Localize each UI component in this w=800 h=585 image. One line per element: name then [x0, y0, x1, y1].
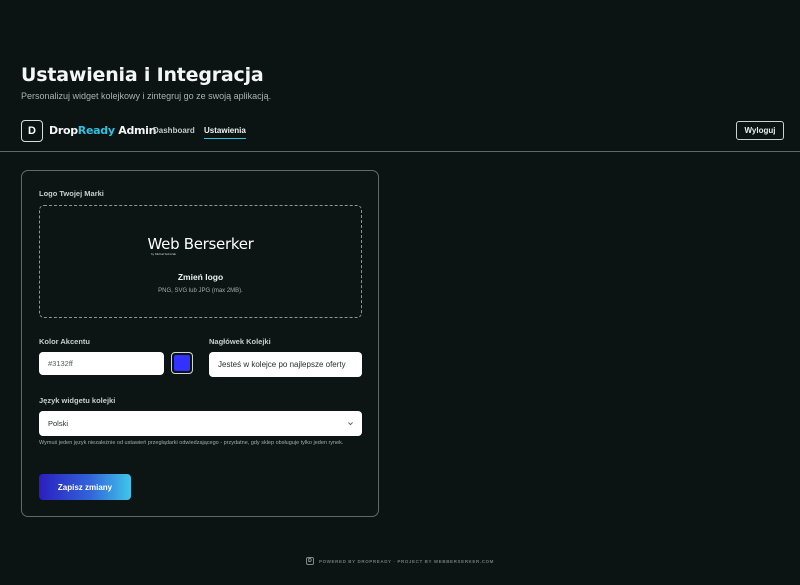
footer: D POWERED BY DROPREADY · PROJECT BY WEBB…: [0, 557, 800, 565]
language-note: Wymuś jeden język niezależnie od ustawie…: [39, 440, 344, 446]
chevron-down-icon: [348, 422, 353, 426]
accent-color-label: Kolor Akcentu: [39, 337, 90, 346]
logo-section-label: Logo Twojej Marki: [39, 189, 104, 198]
logo-dropzone[interactable]: Web Berserker by Michał Sobczak Zmień lo…: [39, 205, 362, 318]
nav-link-dashboard[interactable]: Dashboard: [153, 126, 195, 135]
brand-logo-preview: Web Berserker: [147, 235, 254, 253]
brand-prefix: Drop: [49, 124, 78, 137]
brand-logo-subtext: by Michał Sobczak: [151, 252, 177, 256]
page-title: Ustawienia i Integracja: [21, 64, 264, 86]
page-subtitle: Personalizuj widget kolejkowy i zintegru…: [21, 91, 272, 101]
widget-language-label: Język widgetu kolejki: [39, 396, 116, 405]
save-changes-button[interactable]: Zapisz zmiany: [39, 474, 131, 500]
app-logo-icon[interactable]: D: [21, 120, 43, 142]
widget-language-value: Polski: [48, 419, 69, 428]
accent-color-swatch: [174, 355, 190, 371]
queue-header-input[interactable]: Jesteś w kolejce po najlepsze oferty: [209, 352, 362, 377]
brand-accent: Ready: [77, 124, 115, 137]
widget-language-select[interactable]: Polski: [39, 411, 362, 436]
logo-format-hint: PNG, SVG lub JPG (max 2MB).: [158, 288, 243, 294]
brand-suffix: Admin: [114, 124, 157, 137]
brand-name[interactable]: DropReady Admin: [49, 124, 156, 137]
nav-link-settings[interactable]: Ustawienia: [204, 126, 246, 139]
top-navigation: D DropReady Admin Dashboard Ustawienia W…: [21, 119, 784, 143]
footer-logo-icon: D: [305, 557, 314, 565]
queue-header-label: Nagłówek Kolejki: [209, 337, 271, 346]
settings-card: Logo Twojej Marki Web Berserker by Micha…: [21, 170, 379, 517]
accent-color-picker[interactable]: [171, 352, 193, 374]
change-logo-label[interactable]: Zmień logo: [40, 272, 361, 282]
footer-text[interactable]: POWERED BY DROPREADY · PROJECT BY WEBBER…: [319, 559, 494, 564]
logout-button[interactable]: Wyloguj: [736, 121, 784, 140]
accent-color-input[interactable]: #3132ff: [39, 352, 164, 375]
header-divider: [0, 151, 800, 152]
